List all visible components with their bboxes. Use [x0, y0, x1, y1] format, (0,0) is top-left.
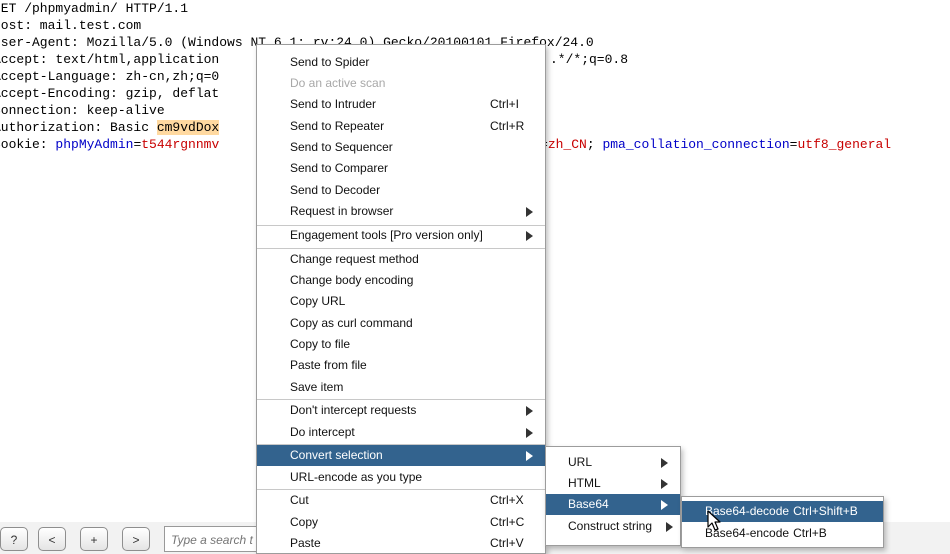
submenu-arrow-icon: [661, 479, 668, 489]
menu-item-engagement-tools[interactable]: Engagement tools [Pro version only]: [257, 225, 545, 246]
menu-item-change-body-encoding[interactable]: Change body encoding: [257, 270, 545, 291]
submenu-arrow-icon: [526, 428, 533, 438]
menu-item-copy-as-curl[interactable]: Copy as curl command: [257, 313, 545, 334]
shortcut: Ctrl+C: [490, 515, 525, 529]
menu-item-do-intercept[interactable]: Do intercept: [257, 422, 545, 443]
submenu-arrow-icon: [526, 451, 533, 461]
shortcut: Ctrl+I: [490, 97, 520, 111]
help-button[interactable]: ?: [0, 527, 28, 551]
cookie-name: phpMyAdmin: [55, 137, 134, 152]
submenu-item-construct-string[interactable]: Construct string: [546, 516, 680, 537]
mouse-pointer-icon: [707, 510, 721, 531]
previous-match-button[interactable]: <: [38, 527, 66, 551]
menu-item-copy-url[interactable]: Copy URL: [257, 291, 545, 312]
submenu-arrow-icon: [526, 406, 533, 416]
submenu-arrow-icon: [661, 458, 668, 468]
menu-item-request-in-browser[interactable]: Request in browser: [257, 201, 545, 222]
menu-item-send-to-decoder[interactable]: Send to Decoder: [257, 180, 545, 201]
submenu-item-base64[interactable]: Base64: [546, 494, 680, 515]
shortcut: Ctrl+B: [793, 526, 827, 540]
cookie-name: pma_collation_connection: [602, 137, 790, 152]
menu-item-cut[interactable]: Cut Ctrl+X: [257, 490, 545, 511]
request-line: GET /phpmyadmin/ HTTP/1.1: [0, 1, 189, 16]
accept-encoding-header: Accept-Encoding: gzip, deflat: [0, 86, 220, 101]
shortcut: Ctrl+V: [490, 536, 524, 550]
menu-item-copy-to-file[interactable]: Copy to file: [257, 334, 545, 355]
next-match-button[interactable]: >: [122, 527, 150, 551]
cookie-header: Cookie: phpMyAdmin=t544rgnnmv: [0, 137, 220, 152]
search-input[interactable]: [169, 528, 261, 552]
menu-item-save-item[interactable]: Save item: [257, 377, 545, 398]
menu-item-send-to-spider[interactable]: Send to Spider: [257, 52, 545, 73]
submenu-arrow-icon: [661, 500, 668, 510]
menu-item-send-to-repeater[interactable]: Send to Repeater Ctrl+R: [257, 116, 545, 137]
submenu-arrow-icon: [526, 231, 533, 241]
accept-header: Accept: text/html,application: [0, 52, 220, 67]
menu-item-send-to-comparer[interactable]: Send to Comparer: [257, 158, 545, 179]
cookie-header-tail: =zh_CN; pma_collation_connection=utf8_ge…: [540, 137, 892, 152]
cookie-value: t544rgnnmv: [141, 137, 220, 152]
add-button[interactable]: +: [80, 527, 108, 551]
menu-item-convert-selection[interactable]: Convert selection: [257, 445, 545, 466]
menu-item-dont-intercept[interactable]: Don't intercept requests: [257, 400, 545, 421]
accept-language-header: Accept-Language: zh-cn,zh;q=0: [0, 69, 220, 84]
menu-item-send-to-intruder[interactable]: Send to Intruder Ctrl+I: [257, 94, 545, 115]
selected-text[interactable]: cm9vdDox: [156, 120, 220, 135]
menu-item-change-request-method[interactable]: Change request method: [257, 249, 545, 270]
shortcut: Ctrl+X: [490, 493, 524, 507]
convert-selection-submenu: URL HTML Base64 Construct string: [545, 446, 681, 546]
menu-item-active-scan: Do an active scan: [290, 76, 386, 90]
cookie-value: zh_CN: [547, 137, 587, 152]
submenu-arrow-icon: [666, 522, 673, 532]
submenu-item-html[interactable]: HTML: [546, 473, 680, 494]
host-header: Host: mail.test.com: [0, 18, 142, 33]
authorization-header: Authorization: Basic cm9vdDox: [0, 120, 220, 135]
menu-item-url-encode-as-you-type[interactable]: URL-encode as you type: [257, 467, 545, 488]
accept-header-tail: .*/*;q=0.8: [550, 52, 629, 67]
connection-header: Connection: keep-alive: [0, 103, 165, 118]
submenu-item-url[interactable]: URL: [546, 452, 680, 473]
shortcut: Ctrl+R: [490, 119, 525, 133]
menu-item-send-to-sequencer[interactable]: Send to Sequencer: [257, 137, 545, 158]
submenu-arrow-icon: [526, 207, 533, 217]
menu-item-paste-from-file[interactable]: Paste from file: [257, 355, 545, 376]
menu-item-copy[interactable]: Copy Ctrl+C: [257, 512, 545, 533]
menu-item-paste[interactable]: Paste Ctrl+V: [257, 533, 545, 554]
shortcut: Ctrl+Shift+B: [793, 504, 858, 518]
context-menu: Send to Spider Do an active scan Send to…: [256, 44, 546, 554]
cookie-value: utf8_general: [797, 137, 892, 152]
